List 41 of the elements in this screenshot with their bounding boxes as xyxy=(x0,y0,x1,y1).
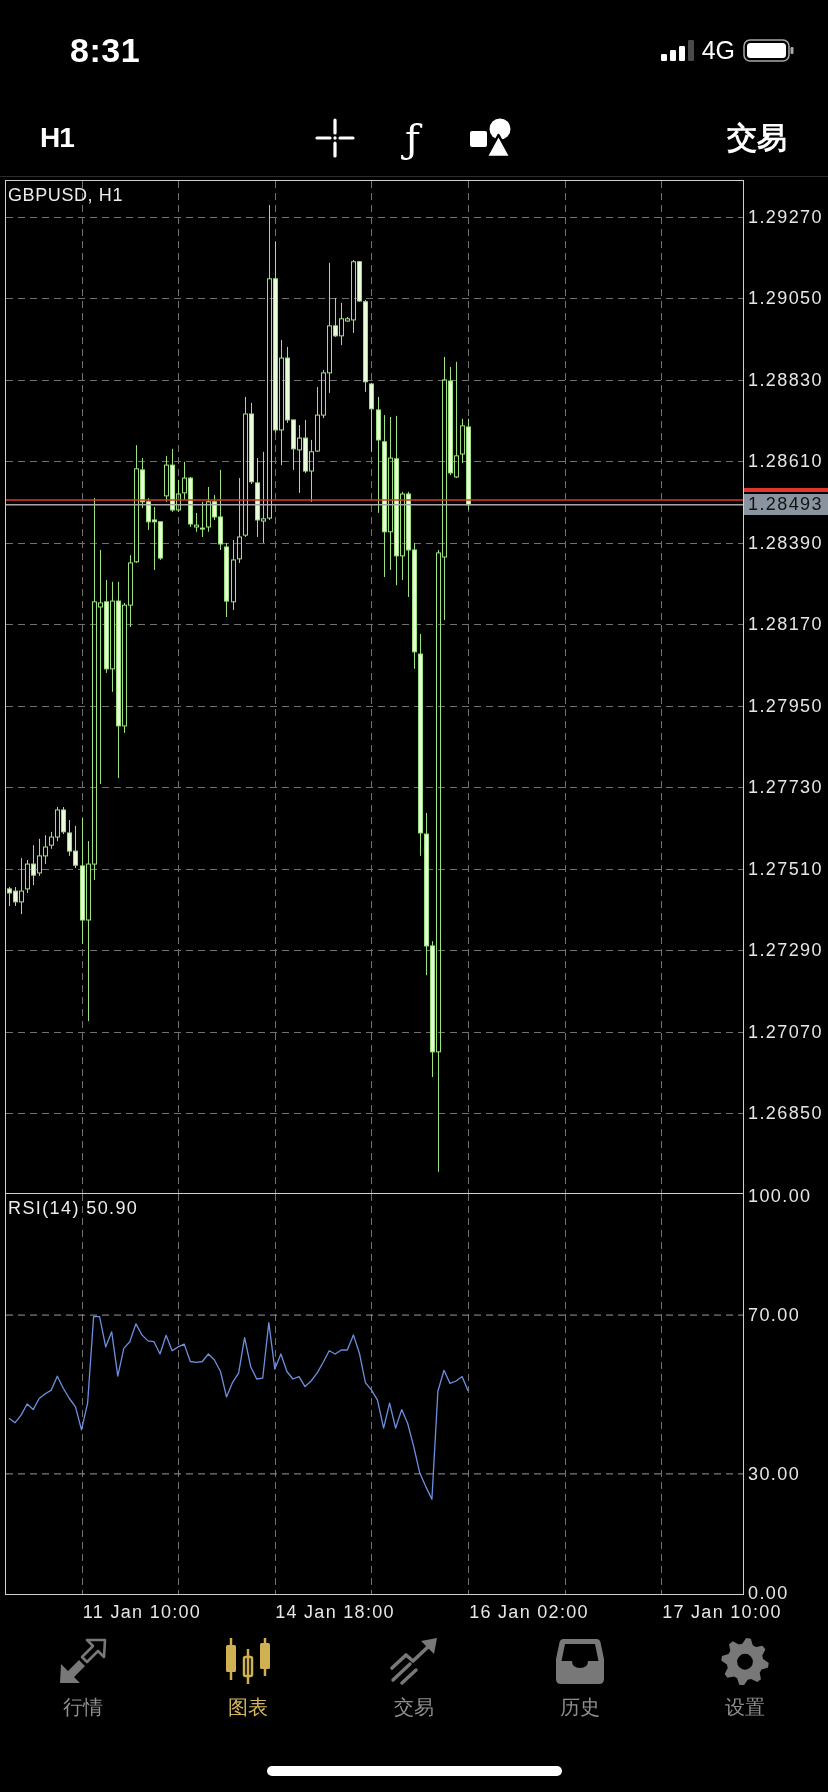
settings-icon xyxy=(720,1637,771,1685)
price-axis-label: 1.27070 xyxy=(748,1023,823,1041)
rsi-axis-label: 70.00 xyxy=(748,1306,801,1325)
rsi-axis-label: 30.00 xyxy=(748,1464,801,1483)
status-time: 8:31 xyxy=(70,30,141,70)
signal-icon xyxy=(660,39,694,61)
inbox-tray-icon xyxy=(554,1637,605,1685)
rsi-title: RSI(14) 50.90 xyxy=(8,1197,139,1219)
price-axis-label: 1.28610 xyxy=(748,452,823,470)
time-axis-label: 17 Jan 10:00 xyxy=(662,1603,782,1621)
price-axis-label: 1.27730 xyxy=(748,778,823,796)
crosshair-icon[interactable] xyxy=(315,118,356,158)
trade-button[interactable]: 交易 xyxy=(727,120,787,156)
price-axis-label: 1.29050 xyxy=(748,289,823,307)
tab[interactable]: 交易 xyxy=(389,1637,439,1719)
price-axis-label: 1.27510 xyxy=(748,860,823,878)
time-axis-label: 11 Jan 10:00 xyxy=(82,1603,202,1621)
current-price-tag: 1.28493 xyxy=(744,494,828,515)
battery-icon xyxy=(743,38,794,62)
price-axis-label: 1.26850 xyxy=(748,1104,823,1122)
timeframe-button[interactable]: H1 xyxy=(40,121,74,155)
diagonal-arrows-icon xyxy=(57,1637,108,1685)
tab[interactable]: 设置 xyxy=(720,1637,771,1719)
trend-arrow-icon xyxy=(389,1637,439,1685)
function-button[interactable]: ƒ xyxy=(399,112,426,164)
price-axis-label: 1.27950 xyxy=(748,697,823,715)
price-axis-label: 1.29270 xyxy=(748,208,823,226)
time-axis-label: 16 Jan 02:00 xyxy=(469,1603,589,1621)
price-axis-label: 1.28170 xyxy=(748,615,823,633)
shapes-icon[interactable] xyxy=(469,118,512,158)
price-axis-label: 1.28830 xyxy=(748,371,823,389)
tab[interactable]: 行情 xyxy=(57,1637,108,1719)
time-axis-label: 14 Jan 18:00 xyxy=(275,1603,395,1621)
rsi-axis-label: 100.00 xyxy=(748,1187,812,1205)
price-axis-label: 1.27290 xyxy=(748,941,823,959)
rsi-axis-label: 0.00 xyxy=(748,1584,789,1602)
chart-title: GBPUSD, H1 xyxy=(8,184,124,206)
network-label: 4G xyxy=(701,35,735,65)
tab[interactable]: 历史 xyxy=(554,1637,605,1719)
price-axis-label: 1.28390 xyxy=(748,534,823,552)
tab[interactable]: 图表 xyxy=(223,1637,274,1719)
